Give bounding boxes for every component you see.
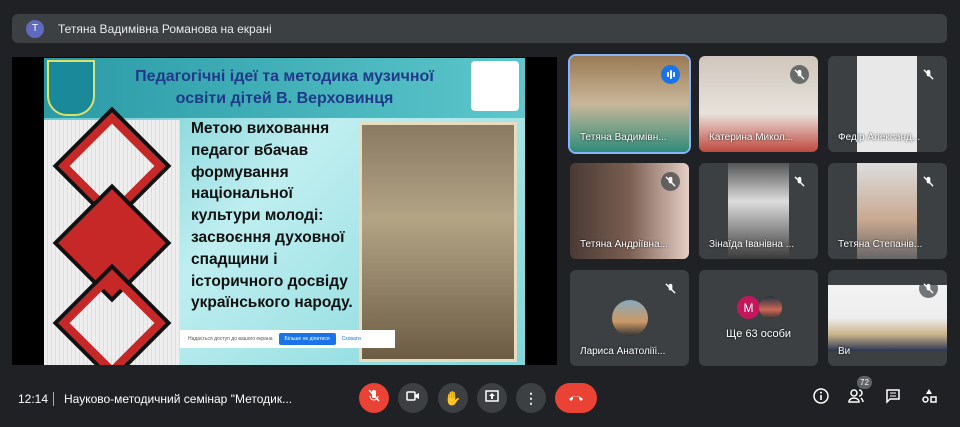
slide-title: Педагогічні ідеї та методика музичної осв… — [104, 66, 465, 110]
more-vert-icon: ⋮ — [524, 389, 538, 406]
vintage-children-photo — [359, 122, 517, 362]
participants-button[interactable] — [846, 388, 866, 408]
presentation-stage: Педагогічні ідеї та методика музичної осв… — [12, 57, 557, 365]
self-tile[interactable]: Ви — [828, 270, 947, 366]
presenter-banner: Т Тетяна Вадимівна Романова на екрані — [12, 14, 947, 43]
slide: Педагогічні ідеї та методика музичної осв… — [44, 58, 525, 365]
call-end-icon — [568, 389, 584, 407]
info-icon — [813, 387, 829, 409]
more-options-button[interactable]: ⋮ — [516, 383, 546, 413]
mic-off-icon — [368, 388, 380, 408]
chat-icon — [885, 388, 901, 409]
mic-off-icon — [790, 65, 809, 84]
slide-body: Метою виховання педагог вбачав формуванн… — [191, 118, 361, 314]
speaking-indicator-icon — [661, 65, 680, 84]
screen-share-notice: Надається доступ до вашого екрана Більше… — [180, 330, 395, 348]
slide-line: спадщини і — [191, 250, 278, 268]
slide-title-line-1: Педагогічні ідеї та методика музичної — [135, 68, 434, 85]
participant-tile[interactable]: Федір Александ... — [828, 56, 947, 152]
participant-name: Тетяна Андріївна... — [580, 239, 668, 250]
mic-off-icon — [919, 279, 938, 298]
raise-hand-button[interactable]: ✋ — [438, 383, 468, 413]
slide-line: культури молоді: — [191, 207, 324, 225]
chat-button[interactable] — [883, 388, 903, 408]
embroidery-pattern — [44, 106, 180, 365]
stop-sharing-button[interactable]: Більше не ділитися — [278, 333, 336, 345]
mic-off-icon — [661, 172, 680, 191]
university-logo — [47, 60, 95, 116]
slide-line: формування — [191, 163, 289, 181]
participant-tile[interactable]: Тетяна Степанів... — [828, 163, 947, 259]
leave-call-button[interactable] — [555, 383, 597, 413]
participant-tile[interactable]: Тетяна Вадимівн... — [568, 54, 691, 154]
slide-line: засвоєння духовної — [191, 228, 345, 246]
more-participants-tile[interactable]: М Ще 63 особи — [699, 270, 818, 366]
mic-toggle-button[interactable] — [359, 383, 389, 413]
more-participants-label: Ще 63 особи — [725, 328, 792, 340]
participant-name: Катерина Микол... — [709, 132, 794, 143]
clock: 12:14 — [18, 392, 49, 406]
people-icon — [848, 388, 864, 409]
presenter-banner-text: Тетяна Вадимівна Романова на екрані — [58, 21, 272, 36]
slide-line: Метою виховання — [191, 120, 330, 137]
participant-tile[interactable]: Лариса Анатоліїі... — [570, 270, 689, 366]
participant-avatar: М — [737, 296, 760, 319]
mic-off-icon — [919, 172, 938, 191]
participant-name: Лариса Анатоліїі... — [580, 346, 666, 357]
bottom-bar: 12:14 Науково-методичний семінар "Методи… — [0, 376, 960, 418]
participant-avatar — [612, 300, 648, 336]
mic-off-icon — [790, 172, 809, 191]
participant-avatar — [759, 296, 782, 319]
participant-name: Зінаїда Іванівна ... — [709, 239, 795, 250]
divider — [53, 392, 54, 406]
participant-name: Федір Александ... — [838, 132, 921, 143]
slide-title-line-2: освіти дітей В. Верховинця — [175, 90, 394, 107]
slide-line: українського народу. — [191, 294, 353, 312]
meeting-details-button[interactable] — [811, 387, 831, 409]
camera-icon — [406, 389, 420, 407]
slide-header: Педагогічні ідеї та методика музичної осв… — [44, 58, 525, 118]
activities-button[interactable] — [919, 388, 939, 408]
slide-line: історичного досвіду — [191, 272, 348, 290]
participant-name: Тетяна Вадимівн... — [580, 132, 667, 143]
participant-tile[interactable]: Катерина Микол... — [699, 56, 818, 152]
participant-tile[interactable]: Зінаїда Іванівна ... — [699, 163, 818, 259]
participant-name: Ви — [838, 346, 851, 357]
camera-toggle-button[interactable] — [398, 383, 428, 413]
mic-off-icon — [661, 279, 680, 298]
universum-logo — [471, 61, 519, 111]
mic-off-icon — [919, 65, 938, 84]
hide-button[interactable]: Сховати — [342, 336, 361, 342]
meeting-name: Науково-методичний семінар "Методик... — [64, 392, 293, 406]
share-notice-text: Надається доступ до вашого екрана — [188, 336, 273, 342]
present-button[interactable] — [477, 383, 507, 413]
present-screen-icon — [485, 389, 499, 407]
participant-tile[interactable]: Тетяна Андріївна... — [570, 163, 689, 259]
slide-line: педагог вбачав — [191, 141, 309, 159]
participant-name: Тетяна Степанів... — [838, 239, 923, 250]
activities-icon — [921, 388, 937, 409]
presenter-avatar: Т — [26, 19, 44, 38]
embroidery-motif — [52, 263, 172, 365]
hand-icon: ✋ — [444, 389, 462, 406]
slide-line: національної — [191, 185, 293, 203]
